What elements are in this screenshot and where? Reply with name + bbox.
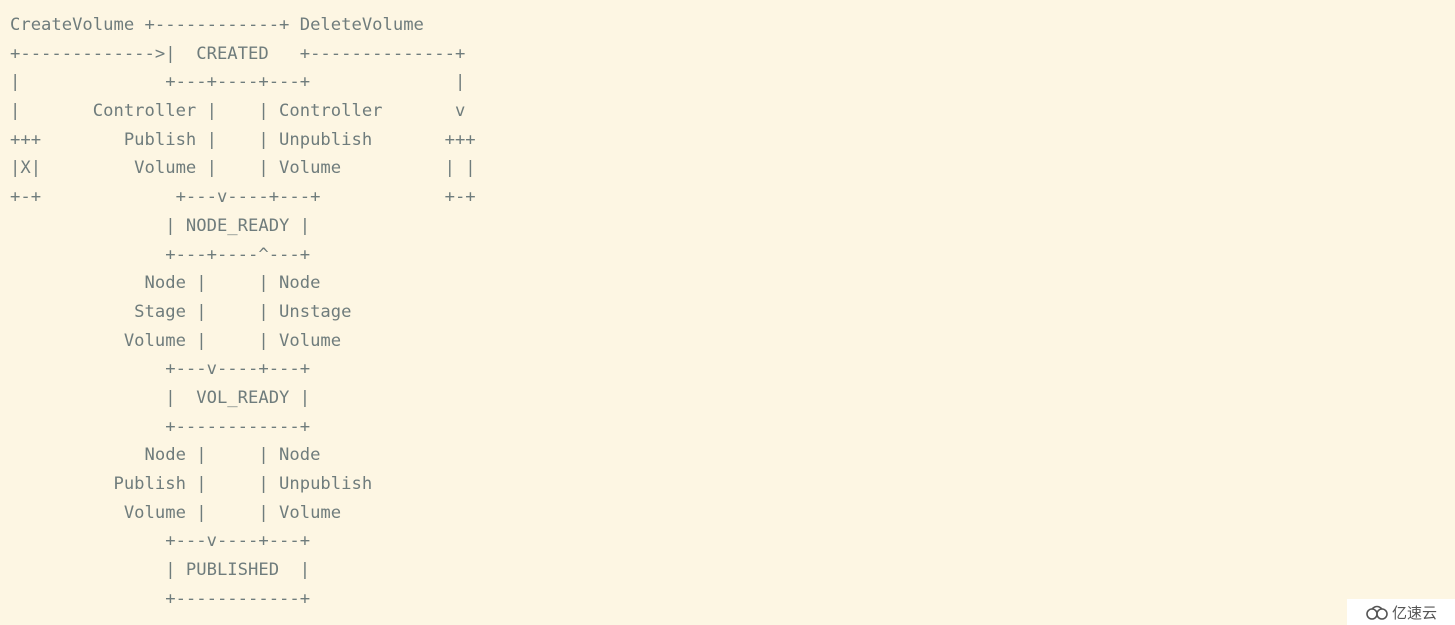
diagram-line: +------------+	[10, 416, 311, 437]
diagram-line: Node | | Node	[10, 445, 321, 466]
diagram-line: Volume | | Volume	[10, 330, 342, 351]
diagram-line: |X| Volume | | Volume | |	[10, 158, 476, 179]
watermark: 亿速云	[1347, 599, 1455, 625]
diagram-line: Volume | | Volume	[10, 502, 342, 523]
diagram-line: | NODE_READY |	[10, 215, 311, 236]
diagram-line: | Controller | | Controller v	[10, 101, 466, 122]
diagram-line: +---+----^---+	[10, 244, 311, 265]
diagram-line: +------------+	[10, 588, 311, 609]
diagram-line: | +---+----+---+ |	[10, 72, 466, 93]
diagram-line: +---v----+---+	[10, 359, 311, 380]
diagram-line: CreateVolume +------------+ DeleteVolume	[10, 15, 424, 35]
diagram-line: Stage | | Unstage	[10, 301, 352, 322]
diagram-line: | VOL_READY |	[10, 387, 311, 408]
diagram-line: Node | | Node	[10, 273, 321, 294]
ascii-diagram: CreateVolume +------------+ DeleteVolume…	[10, 11, 476, 613]
diagram-line: +++ Publish | | Unpublish +++	[10, 129, 476, 150]
diagram-line: Publish | | Unpublish	[10, 474, 373, 494]
cloud-logo-icon	[1365, 604, 1389, 620]
watermark-text: 亿速云	[1391, 603, 1437, 622]
diagram-line: +-+ +---v----+---+ +-+	[10, 187, 476, 208]
diagram-line: | PUBLISHED |	[10, 560, 311, 581]
diagram-line: +------------->| CREATED +--------------…	[10, 43, 466, 64]
diagram-line: +---v----+---+	[10, 531, 311, 552]
